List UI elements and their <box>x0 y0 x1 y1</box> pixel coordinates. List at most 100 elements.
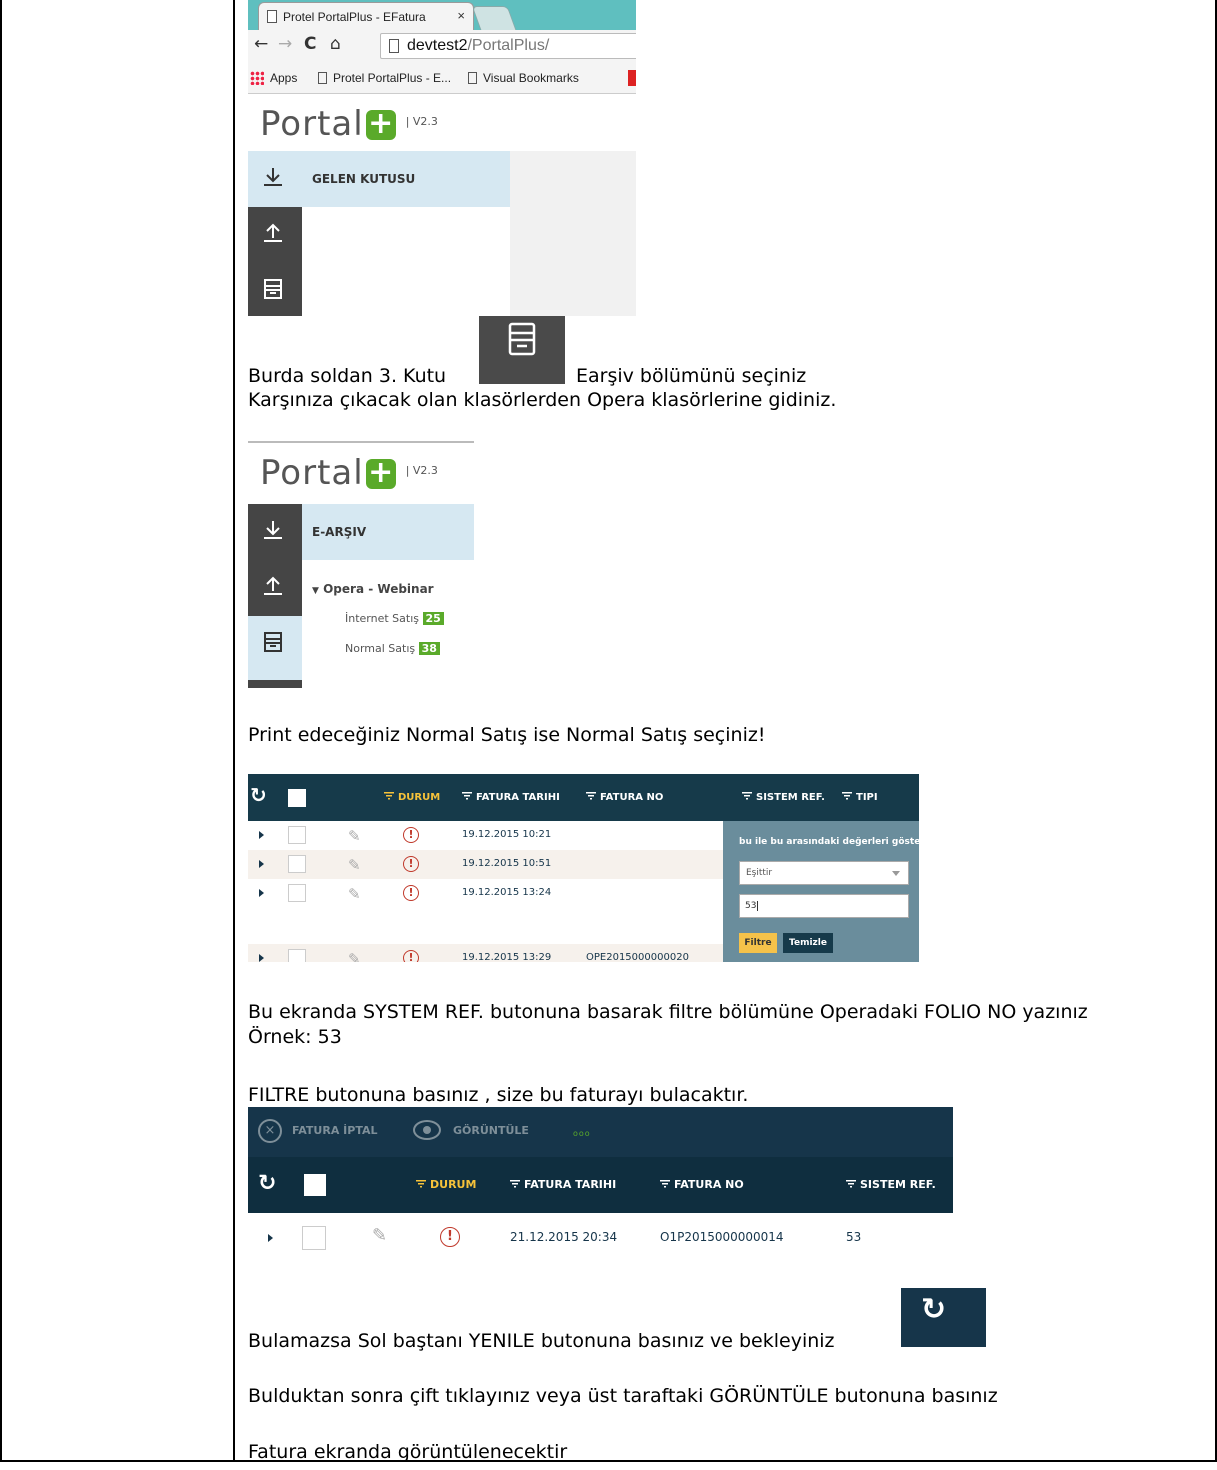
page-icon <box>267 10 277 23</box>
col-durum[interactable]: DURUM <box>416 1178 476 1191</box>
version-label: | V2.3 <box>405 464 438 477</box>
download-icon <box>264 521 282 539</box>
back-arrow-icon[interactable]: ← <box>254 34 268 54</box>
eye-icon[interactable] <box>413 1120 441 1140</box>
filter-button[interactable]: Filtre <box>739 933 777 953</box>
logo-plus-icon: + <box>365 458 396 489</box>
table-row[interactable]: ✎ ! 19.12.2015 13:24 <box>248 879 723 908</box>
sidebar-item-outbox[interactable] <box>248 560 302 616</box>
browser-tab[interactable]: Protel PortalPlus - EFatura × <box>258 2 474 30</box>
page-icon <box>468 72 477 84</box>
edit-pencil-icon[interactable]: ✎ <box>372 1225 387 1246</box>
refresh-icon[interactable]: ↻ <box>258 1171 276 1196</box>
forward-arrow-icon[interactable]: → <box>278 34 292 54</box>
page-icon <box>318 72 327 84</box>
refresh-icon[interactable]: ↻ <box>250 783 267 807</box>
bookmark-label: Protel PortalPlus - E... <box>333 71 452 85</box>
sidebar-item-archive[interactable] <box>248 263 302 316</box>
filter-operator-select[interactable]: Eşittir <box>739 861 909 885</box>
filter-panel: bu ile bu arasındaki değerleri göster Eş… <box>723 821 919 962</box>
more-options-icon[interactable]: ooo <box>573 1129 591 1138</box>
table-row[interactable]: ✎ ! 19.12.2015 10:51 <box>248 850 723 879</box>
bookmark-visual[interactable]: Visual Bookmarks <box>468 71 579 85</box>
col-durum[interactable]: DURUM <box>384 792 440 803</box>
cancel-invoice-button[interactable]: FATURA İPTAL <box>292 1124 378 1137</box>
col-sistem-ref[interactable]: SISTEM REF. <box>846 1178 936 1191</box>
col-label: TIPI <box>856 792 878 803</box>
col-label: SISTEM REF. <box>860 1178 936 1191</box>
browser-tab-bar: Protel PortalPlus - EFatura × <box>248 0 636 30</box>
expand-arrow-icon[interactable] <box>259 860 264 868</box>
bookmark-protel[interactable]: Protel PortalPlus - E... <box>318 71 451 85</box>
table-row[interactable]: ✎ ! 21.12.2015 20:34 O1P2015000000014 53 <box>248 1213 953 1263</box>
grid-toolbar: × FATURA İPTAL GÖRÜNTÜLE ooo <box>248 1107 953 1157</box>
tree-item-label: Normal Satış <box>345 642 416 655</box>
instruction-line3: Print edeceğiniz Normal Satış ise Normal… <box>248 724 766 746</box>
table-row[interactable]: ✎ ! 19.12.2015 13:29 OPE2015000000020 <box>248 944 723 962</box>
table-row[interactable]: ✎ ! 19.12.2015 10:21 <box>248 821 723 850</box>
close-tab-icon[interactable]: × <box>457 8 465 23</box>
archive-icon <box>264 279 282 299</box>
cancel-circle-icon[interactable]: × <box>258 1119 282 1143</box>
content-area <box>510 151 636 316</box>
url-host: devtest2 <box>407 37 468 54</box>
tree-item-internet[interactable]: İnternet Satış 25 <box>345 612 444 625</box>
row-checkbox[interactable] <box>288 949 306 962</box>
new-tab-button[interactable] <box>471 6 517 30</box>
col-fatura-tarihi[interactable]: FATURA TARIHI <box>510 1178 616 1191</box>
edit-pencil-icon[interactable]: ✎ <box>348 827 361 845</box>
sidebar-item-outbox[interactable] <box>248 207 302 263</box>
sidebar-item-inbox[interactable] <box>248 504 302 560</box>
apps-grid-icon <box>250 71 264 85</box>
view-button[interactable]: GÖRÜNTÜLE <box>453 1124 529 1137</box>
instruction-line2: Karşınıza çıkacak olan klasörlerden Oper… <box>248 389 837 411</box>
expand-arrow-icon[interactable] <box>259 889 264 897</box>
col-tipi[interactable]: TIPI <box>842 792 878 803</box>
select-all-checkbox[interactable] <box>288 789 306 807</box>
logo-word: Portal <box>260 453 364 493</box>
expand-arrow-icon[interactable] <box>259 831 264 839</box>
row-checkbox[interactable] <box>302 1226 326 1250</box>
col-sistem-ref[interactable]: SISTEM REF. <box>742 792 825 803</box>
cell-no: OPE2015000000020 <box>586 952 689 962</box>
row-checkbox[interactable] <box>288 826 306 844</box>
sidebar-item-archive[interactable] <box>248 616 302 680</box>
tree-item-normal[interactable]: Normal Satış 38 <box>345 642 440 655</box>
cell-ref: 53 <box>846 1230 862 1244</box>
col-label: FATURA TARIHI <box>476 792 560 803</box>
menu-header-inbox[interactable]: GELEN KUTUSU <box>302 151 510 207</box>
sidebar-item-inbox[interactable] <box>248 151 302 207</box>
url-input[interactable]: devtest2/PortalPlus/ <box>380 33 636 59</box>
archive-icon <box>508 322 536 356</box>
clear-button[interactable]: Temizle <box>783 933 833 953</box>
col-label: FATURA NO <box>674 1178 744 1191</box>
menu-header-earsiv[interactable]: E-ARŞIV <box>302 504 474 560</box>
edit-pencil-icon[interactable]: ✎ <box>348 885 361 903</box>
bookmark-red-icon <box>628 70 636 86</box>
col-label: DURUM <box>398 792 441 803</box>
edit-pencil-icon[interactable]: ✎ <box>348 856 361 874</box>
row-checkbox[interactable] <box>288 884 306 902</box>
count-badge: 25 <box>422 612 444 625</box>
expand-arrow-icon[interactable] <box>268 1234 273 1242</box>
col-fatura-no[interactable]: FATURA NO <box>660 1178 744 1191</box>
filter-value-input[interactable]: 53 <box>739 894 909 918</box>
invoice-grid-filter-screenshot: ↻ DURUM FATURA TARIHI FATURA NO SISTEM R… <box>248 774 919 962</box>
select-all-checkbox[interactable] <box>304 1174 326 1196</box>
cell-no: O1P2015000000014 <box>660 1230 784 1244</box>
edit-pencil-icon[interactable]: ✎ <box>348 950 361 962</box>
portal-logo: Portal + | V2.3 <box>260 453 438 493</box>
col-fatura-no[interactable]: FATURA NO <box>586 792 663 803</box>
portal-logo: Portal + | V2.3 <box>260 104 438 144</box>
col-label: DURUM <box>430 1178 477 1191</box>
col-label: FATURA TARIHI <box>524 1178 617 1191</box>
row-checkbox[interactable] <box>288 855 306 873</box>
reload-icon[interactable]: C <box>304 34 316 54</box>
tree-root-opera[interactable]: ▼ Opera - Webinar <box>312 582 434 596</box>
col-label: SISTEM REF. <box>756 792 825 803</box>
bookmark-apps[interactable]: Apps <box>270 71 297 85</box>
expand-arrow-icon[interactable] <box>259 954 264 962</box>
home-icon[interactable]: ⌂ <box>330 34 341 54</box>
col-fatura-tarihi[interactable]: FATURA TARIHI <box>462 792 560 803</box>
browser-screenshot: Protel PortalPlus - EFatura × ← → C ⌂ de… <box>248 0 636 316</box>
